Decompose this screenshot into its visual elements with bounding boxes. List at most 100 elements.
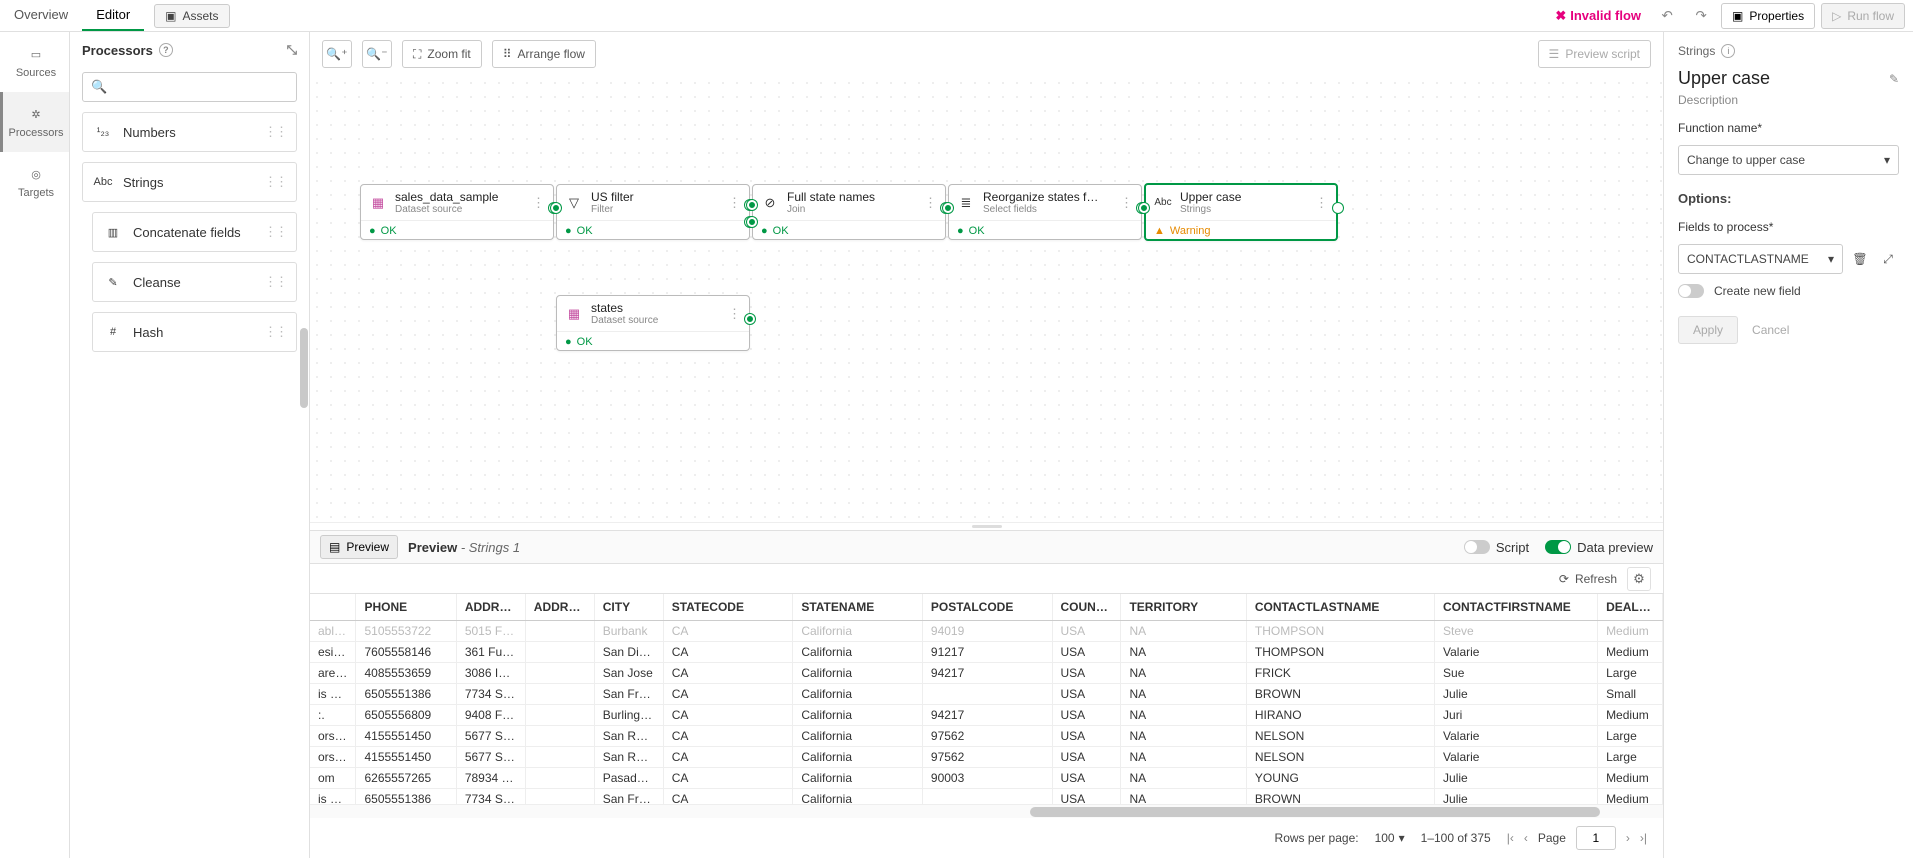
refresh-button[interactable]: ⟳ Refresh (1559, 572, 1617, 586)
rows-per-page-select[interactable]: 100 ▾ (1375, 831, 1405, 845)
col-addr1[interactable]: ADDRESSL (456, 594, 525, 620)
col-dealsize[interactable]: DEALSIZE (1598, 594, 1663, 620)
zoom-fit-button[interactable]: ⛶ Zoom fit (402, 40, 482, 68)
col-firstname[interactable]: CONTACTFIRSTNAME (1435, 594, 1598, 620)
node-reorganize-states[interactable]: ≣ Reorganize states f… Select fields ⋮ ●… (948, 184, 1142, 240)
col-addr2[interactable]: ADDRESSL (525, 594, 594, 620)
processor-concatenate[interactable]: ▥ Concatenate fields ⋮⋮ (92, 212, 297, 252)
col-statecode[interactable]: STATECODE (663, 594, 793, 620)
processor-hash[interactable]: # Hash ⋮⋮ (92, 312, 297, 352)
scrollbar-thumb[interactable] (1030, 807, 1600, 817)
first-page-button[interactable]: |‹ (1507, 831, 1514, 845)
tab-overview[interactable]: Overview (0, 0, 82, 31)
drag-handle-icon[interactable]: ⋮⋮ (264, 124, 286, 140)
processor-strings[interactable]: Abc Strings ⋮⋮ (82, 162, 297, 202)
help-icon[interactable]: ? (159, 43, 173, 57)
input-port[interactable] (551, 203, 561, 213)
col-city[interactable]: CITY (594, 594, 663, 620)
table-row[interactable]: is Co.65055513867734 St…San Fra…CACalifo… (310, 683, 1663, 704)
node-menu-icon[interactable]: ⋮ (924, 195, 937, 211)
edit-icon[interactable]: ✎ (1889, 72, 1899, 86)
function-name-select[interactable]: Change to upper case ▾ (1678, 145, 1899, 175)
preview-toggle-button[interactable]: ▤ Preview (320, 535, 398, 559)
input-port-2[interactable] (747, 217, 757, 227)
rail-sources[interactable]: ▭ Sources (0, 32, 69, 92)
rail-targets[interactable]: ◎ Targets (0, 152, 69, 212)
node-full-state-names[interactable]: ⊘ Full state names Join ⋮ ●OK (752, 184, 946, 240)
output-port[interactable] (1333, 203, 1343, 213)
node-states[interactable]: ▦ states Dataset source ⋮ ●OK (556, 295, 750, 351)
input-port-1[interactable] (747, 200, 757, 210)
undo-button[interactable]: ↶ (1653, 3, 1681, 29)
script-toggle[interactable]: Script (1464, 540, 1529, 555)
processor-numbers[interactable]: ¹₂₃ Numbers ⋮⋮ (82, 112, 297, 152)
redo-button[interactable]: ↷ (1687, 3, 1715, 29)
assets-button[interactable]: ▣ Assets (154, 4, 229, 28)
table-row[interactable]: ors Ltd.41555514505677 St…San Raf…CACali… (310, 725, 1663, 746)
table-row[interactable]: :.65055568099408 Fu…Burling…CACalifornia… (310, 704, 1663, 725)
zoom-out-button[interactable]: 🔍⁻ (362, 40, 392, 68)
node-sales-data-sample[interactable]: ▦ sales_data_sample Dataset source ⋮ ●OK (360, 184, 554, 240)
processors-search[interactable]: 🔍 (82, 72, 297, 102)
table-header-row: PHONE ADDRESSL ADDRESSL CITY STATECODE S… (310, 594, 1663, 620)
properties-button[interactable]: ▣ Properties (1721, 3, 1815, 29)
zoom-in-button[interactable]: 🔍⁺ (322, 40, 352, 68)
help-icon[interactable]: i (1721, 44, 1735, 58)
dataset-icon: ▦ (565, 305, 583, 323)
processors-panel: Processors ? ⤡ 🔍 ¹₂₃ Numbers ⋮⋮ Abc Stri… (70, 32, 310, 858)
table-row[interactable]: areho…40855536593086 In…San JoseCACalifo… (310, 662, 1663, 683)
arrange-flow-button[interactable]: ⠿ Arrange flow (492, 40, 596, 68)
col-blank[interactable] (310, 594, 356, 620)
drag-handle-icon[interactable]: ⋮⋮ (264, 224, 286, 240)
fields-to-process-select[interactable]: CONTACTLASTNAME ▾ (1678, 244, 1843, 274)
cell-territory: NA (1121, 704, 1246, 725)
next-page-button[interactable]: › (1626, 831, 1630, 845)
col-postal[interactable]: POSTALCODE (922, 594, 1052, 620)
node-menu-icon[interactable]: ⋮ (532, 195, 545, 211)
node-us-filter[interactable]: ▽ US filter Filter ⋮ ●OK (556, 184, 750, 240)
preview-script-button[interactable]: ☰ Preview script (1538, 40, 1651, 68)
col-lastname[interactable]: CONTACTLASTNAME (1246, 594, 1434, 620)
processor-description: Description (1678, 93, 1899, 107)
drag-handle-icon[interactable]: ⋮⋮ (264, 274, 286, 290)
input-port[interactable] (1139, 203, 1149, 213)
cell-postal: 94217 (922, 662, 1052, 683)
preview-subtitle: - Strings 1 (461, 540, 520, 555)
scrollbar-thumb[interactable] (300, 328, 308, 408)
data-preview-toggle[interactable]: Data preview (1545, 540, 1653, 555)
node-menu-icon[interactable]: ⋮ (728, 195, 741, 211)
node-upper-case[interactable]: Abc Upper case Strings ⋮ ▲Warning (1144, 183, 1338, 241)
flow-canvas[interactable]: ▦ sales_data_sample Dataset source ⋮ ●OK… (310, 76, 1663, 522)
table-row[interactable]: is Co.65055513867734 St…San Fra…CACalifo… (310, 788, 1663, 804)
select-fields-icon: ≣ (957, 194, 975, 212)
table-row[interactable]: om626555726578934 …PasadenaCACalifornia9… (310, 767, 1663, 788)
table-row[interactable]: ables…51055537225015 Fu…BurbankCACalifor… (310, 620, 1663, 641)
prev-page-button[interactable]: ‹ (1524, 831, 1528, 845)
table-settings-button[interactable]: ⚙ (1627, 567, 1651, 591)
node-menu-icon[interactable]: ⋮ (1315, 195, 1328, 211)
processor-cleanse[interactable]: ✎ Cleanse ⋮⋮ (92, 262, 297, 302)
output-port[interactable] (745, 314, 755, 324)
col-statename[interactable]: STATENAME (793, 594, 923, 620)
create-new-field-toggle[interactable]: Create new field (1678, 284, 1899, 298)
drag-handle-icon[interactable]: ⋮⋮ (264, 324, 286, 340)
drag-handle-icon[interactable]: ⋮⋮ (264, 174, 286, 190)
table-row[interactable]: esign…7605558146361 Fur…San DiegoCACalif… (310, 641, 1663, 662)
col-phone[interactable]: PHONE (356, 594, 456, 620)
resize-handle[interactable] (310, 522, 1663, 530)
rail-processors[interactable]: ✲ Processors (0, 92, 69, 152)
horizontal-scrollbar[interactable] (310, 804, 1663, 818)
col-country[interactable]: COUNTRY (1052, 594, 1121, 620)
tab-editor[interactable]: Editor (82, 0, 144, 31)
cell-c0: areho… (310, 662, 356, 683)
last-page-button[interactable]: ›| (1640, 831, 1647, 845)
table-row[interactable]: ors Ltd.41555514505677 St…San Raf…CACali… (310, 746, 1663, 767)
expand-field-button[interactable]: ⤢ (1877, 248, 1899, 270)
delete-field-button[interactable]: 🗑 (1849, 248, 1871, 270)
node-menu-icon[interactable]: ⋮ (1120, 195, 1133, 211)
input-port[interactable] (943, 203, 953, 213)
node-menu-icon[interactable]: ⋮ (728, 306, 741, 322)
collapse-icon[interactable]: ⤡ (287, 42, 297, 58)
page-input[interactable] (1576, 826, 1616, 850)
col-territory[interactable]: TERRITORY (1121, 594, 1246, 620)
